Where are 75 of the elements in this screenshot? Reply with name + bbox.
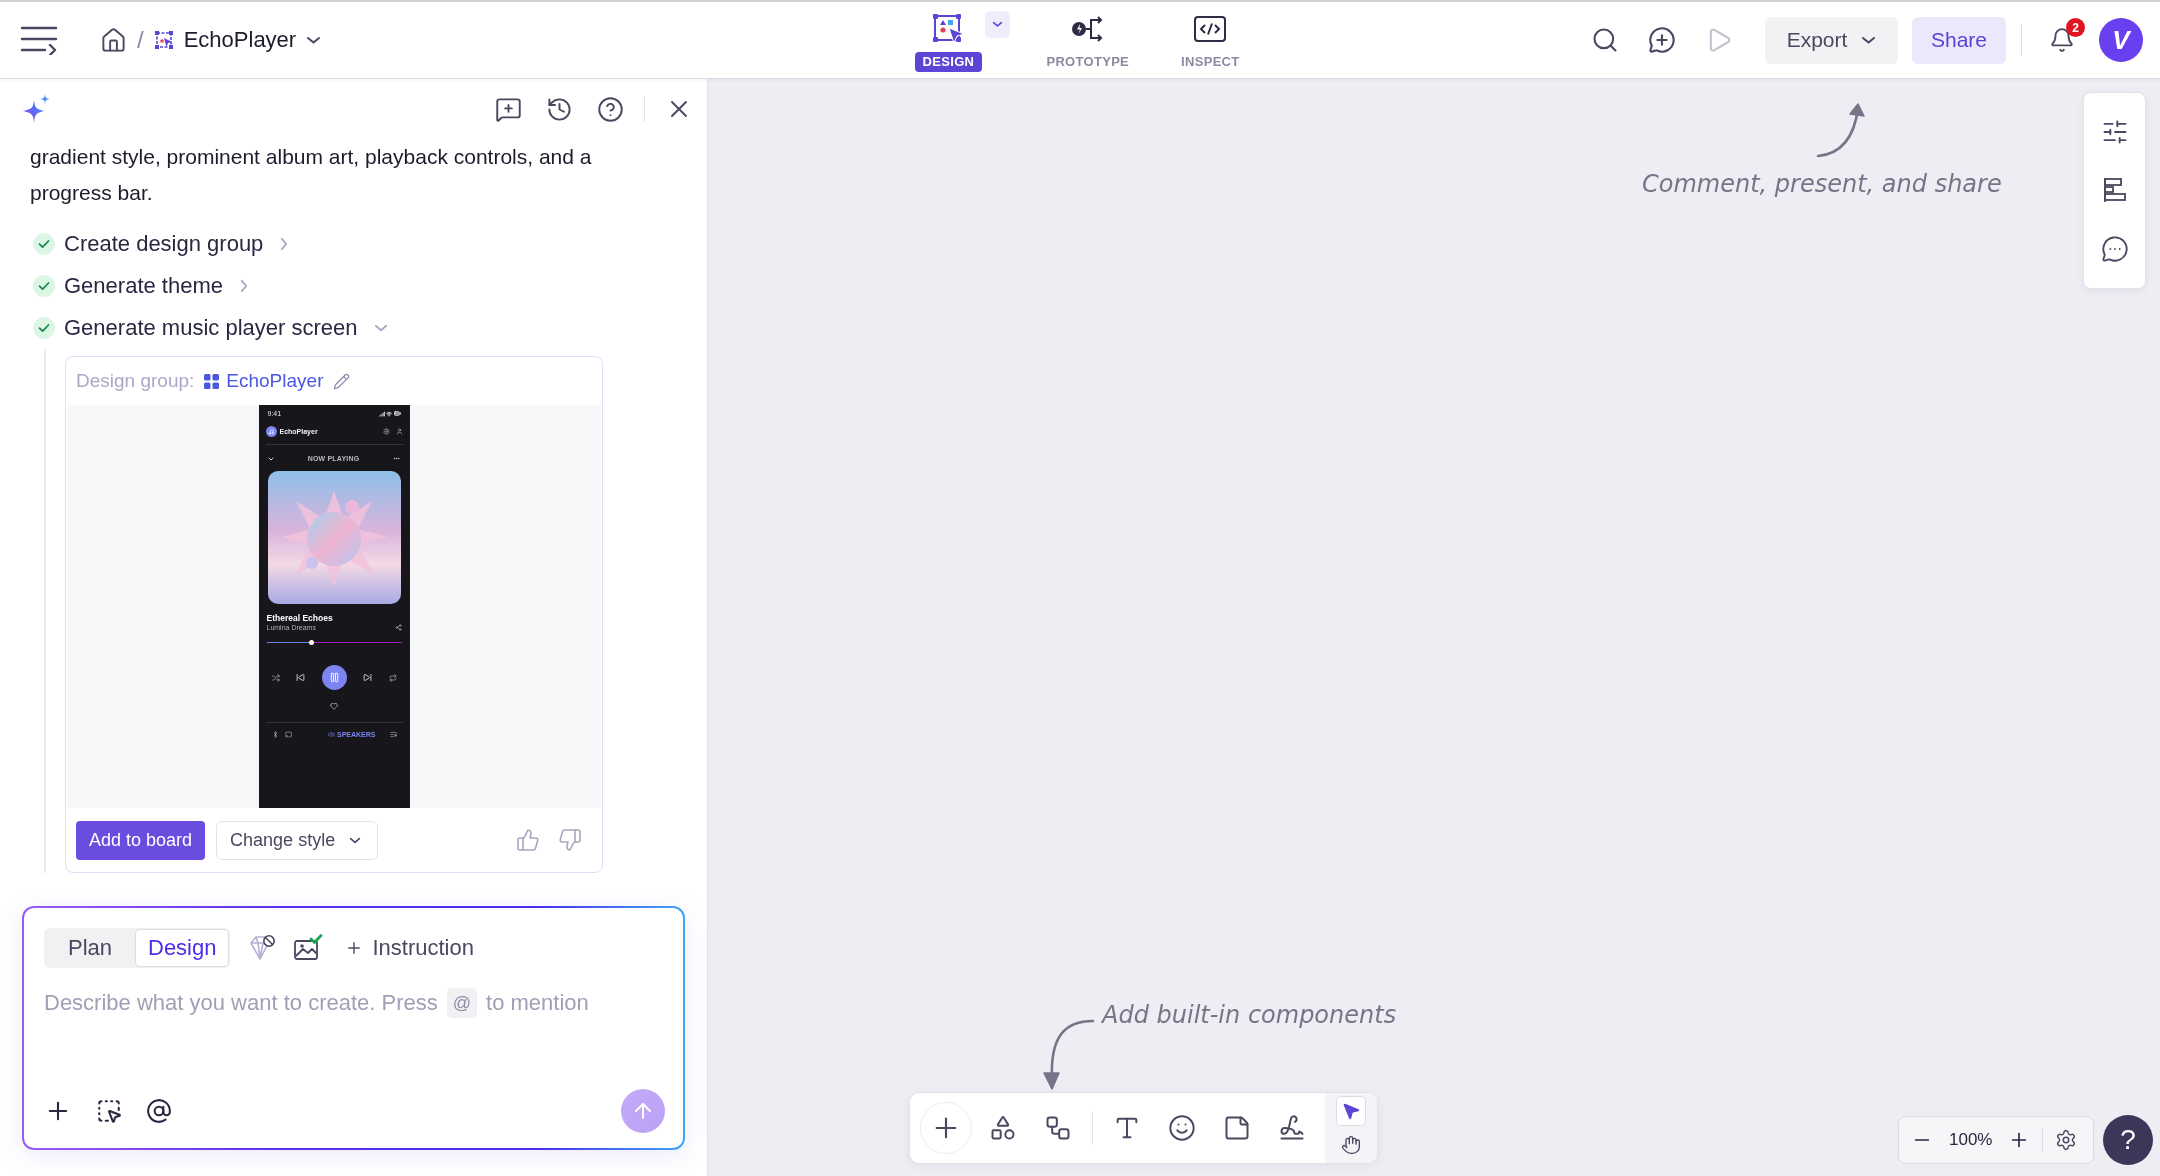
help-icon[interactable]	[597, 95, 624, 123]
sticky-note-icon[interactable]	[1223, 1114, 1251, 1142]
shapes-icon[interactable]	[989, 1114, 1017, 1142]
pause-button[interactable]	[321, 665, 347, 691]
signature-icon[interactable]	[1278, 1114, 1306, 1142]
flowchart-icon[interactable]	[1044, 1114, 1072, 1142]
home-icon[interactable]	[100, 26, 127, 54]
export-button[interactable]: Export	[1765, 16, 1898, 64]
heart-icon[interactable]	[330, 702, 338, 711]
shuffle-icon[interactable]	[271, 673, 280, 682]
mention-icon[interactable]	[146, 1098, 172, 1124]
grid-icon	[204, 373, 220, 389]
user-icon[interactable]	[395, 428, 403, 435]
step-item[interactable]: Generate theme	[30, 265, 248, 307]
comments-icon[interactable]	[2100, 234, 2129, 263]
step-item[interactable]: Create design group	[30, 223, 289, 265]
change-style-button[interactable]: Change style	[216, 820, 379, 860]
zoom-level: 100%	[1949, 1130, 1993, 1150]
help-button[interactable]: ?	[2103, 1115, 2153, 1165]
image-check-icon[interactable]	[293, 934, 324, 962]
design-group-icon	[153, 30, 174, 50]
chevron-down-icon[interactable]	[267, 456, 274, 461]
mode-options-button[interactable]	[985, 10, 1011, 38]
project-menu-button[interactable]: EchoPlayer	[153, 27, 322, 53]
battery-icon	[393, 410, 401, 417]
assistant-message: gradient style, prominent album art, playback controls, and a progress bar.	[30, 144, 593, 206]
design-group-label: Design group:	[76, 370, 195, 392]
share-button[interactable]: Share	[1912, 16, 2006, 64]
mode-tab[interactable]: Design	[135, 929, 230, 967]
settings-icon[interactable]	[382, 428, 390, 435]
thumbs-down-icon[interactable]	[558, 828, 582, 852]
pencil-icon[interactable]	[333, 372, 351, 390]
share-icon[interactable]	[394, 624, 402, 631]
settings-icon[interactable]	[2055, 1129, 2078, 1151]
annotation-text: Add built-in components	[1102, 1000, 1397, 1031]
search-icon[interactable]	[1591, 26, 1619, 54]
chevron-down-icon	[1861, 35, 1877, 45]
mode-tab[interactable]: DESIGN	[912, 10, 985, 72]
progress-thumb[interactable]	[308, 640, 314, 645]
bluetooth-icon[interactable]	[271, 731, 279, 739]
add-to-board-button[interactable]: Add to board	[76, 820, 206, 860]
mention-key: @	[446, 988, 477, 1018]
select-element-icon[interactable]	[96, 1098, 122, 1124]
app-logo-icon	[265, 426, 277, 437]
mode-tab[interactable]: Plan	[45, 929, 135, 967]
design-group-link[interactable]: EchoPlayer	[204, 370, 324, 392]
previous-icon[interactable]	[296, 673, 305, 683]
user-avatar[interactable]: V	[2099, 18, 2143, 62]
track-title: Ethereal Echoes	[266, 613, 333, 623]
comment-plus-icon[interactable]	[1648, 26, 1676, 54]
hand-icon	[1341, 1135, 1361, 1155]
cast-icon[interactable]	[284, 731, 292, 739]
step-item[interactable]: Generate music player screen	[30, 307, 389, 349]
chevron-down-icon	[349, 836, 362, 844]
speaker-icon	[328, 731, 335, 739]
signal-icon	[378, 410, 385, 417]
repeat-icon[interactable]	[388, 673, 397, 682]
queue-icon[interactable]	[389, 731, 397, 739]
annotation-text: Comment, present, and share	[1642, 169, 2002, 200]
select-tool-button[interactable]	[1336, 1096, 1366, 1126]
pause-icon	[328, 672, 340, 684]
notification-count-badge: 2	[2066, 18, 2085, 37]
chevron-down-icon	[306, 35, 322, 45]
next-icon[interactable]	[363, 673, 372, 683]
emoji-icon[interactable]	[1168, 1114, 1196, 1142]
history-icon[interactable]	[546, 95, 573, 123]
wifi-icon	[386, 410, 392, 417]
layers-icon[interactable]	[2101, 176, 2128, 205]
chevron-down-icon	[992, 20, 1004, 28]
menu-icon[interactable]	[20, 25, 58, 55]
add-instruction-button[interactable]: Instruction	[345, 935, 474, 961]
new-chat-icon[interactable]	[495, 95, 522, 123]
breadcrumb-separator: /	[137, 26, 144, 54]
pointer-icon	[1341, 1101, 1361, 1121]
thumbs-up-icon[interactable]	[516, 828, 540, 852]
